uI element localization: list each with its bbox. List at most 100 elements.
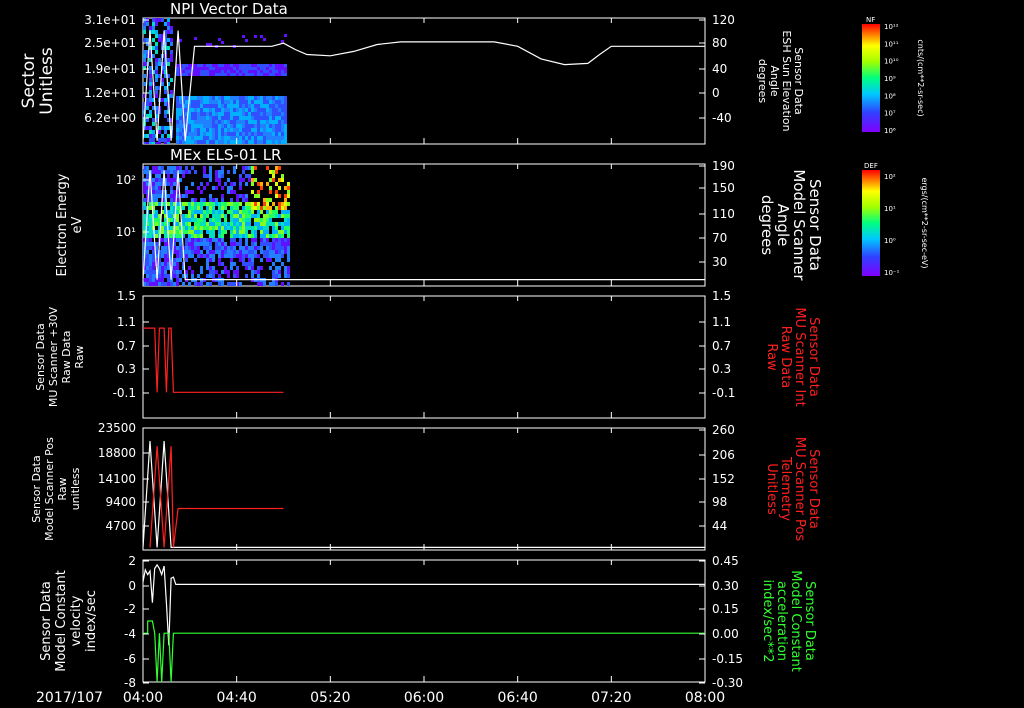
spectrogram-cell	[257, 112, 260, 116]
spectrogram-cell	[200, 190, 203, 194]
spectrogram-cell	[191, 210, 194, 214]
spectrogram-cell	[230, 214, 233, 218]
colorbar-tick-label: 10⁻¹	[884, 269, 900, 277]
spectrogram-cell	[281, 206, 284, 210]
spectrogram-cell	[272, 262, 275, 266]
xtick-label: 04:00	[123, 690, 163, 706]
spectrogram-cell	[284, 70, 287, 73]
panel-0-ylabel-right: Sensor Data ESH Sun Elevation Angle degr…	[756, 30, 805, 131]
spectrogram-cell	[266, 67, 269, 70]
spectrogram-cell	[266, 120, 269, 124]
spectrogram-cell	[254, 120, 257, 124]
spectrogram-cell	[278, 70, 281, 73]
spectrogram-cell	[287, 230, 290, 234]
spectrogram-cell	[221, 67, 224, 70]
spectrogram-cell	[146, 238, 149, 242]
spectrogram-cell	[176, 112, 179, 116]
spectrogram-cell	[260, 73, 263, 76]
spectrogram-cell	[275, 124, 278, 128]
spectrogram-cell	[278, 222, 281, 226]
spectrogram-cell	[152, 122, 155, 126]
spectrogram-cell	[203, 116, 206, 120]
spectrogram-cell	[278, 258, 281, 262]
spectrogram-cell	[239, 174, 242, 178]
spectrogram-cell	[176, 140, 179, 144]
spectrogram-cell	[194, 246, 197, 250]
svg-text:Raw: Raw	[56, 477, 69, 500]
spectrogram-cell	[254, 194, 257, 198]
spectrogram-cell	[251, 124, 254, 128]
spectrogram-cell	[257, 67, 260, 70]
spectrogram-cell	[170, 26, 173, 30]
spectrogram-cell	[182, 73, 185, 76]
spectrogram-cell	[284, 210, 287, 214]
spectrogram-cell	[254, 222, 257, 226]
spectrogram-cell	[209, 234, 212, 238]
ytick-right-label: 150	[712, 181, 735, 195]
spectrogram-cell	[284, 120, 287, 124]
spectrogram-cell	[284, 206, 287, 210]
spectrogram-cell	[221, 70, 224, 73]
spectrogram-cell	[155, 282, 158, 286]
panel-3-frame	[142, 427, 706, 551]
spectrogram-cell	[269, 282, 272, 286]
svg-text:Telemetry: Telemetry	[778, 456, 793, 521]
spectrogram-cell	[278, 96, 281, 100]
spectrogram-cell	[272, 124, 275, 128]
panel-4-ylabel-right: Sensor Data Model Constant acceleration …	[760, 570, 817, 672]
spectrogram-cell	[257, 210, 260, 214]
spectrogram-cell	[209, 132, 212, 136]
spectrogram-cell	[242, 140, 245, 144]
spectrogram-cell	[188, 254, 191, 258]
spectrogram-cell	[242, 124, 245, 128]
spectrogram-cell	[218, 238, 221, 242]
spectrogram-cell	[248, 226, 251, 230]
spectrogram-cell	[233, 222, 236, 226]
spectrogram-cell	[272, 226, 275, 230]
spectrogram-cell	[197, 238, 200, 242]
spectrogram-cell	[194, 120, 197, 124]
spectrogram-cell	[197, 186, 200, 190]
spectrogram-cell	[233, 226, 236, 230]
spectrogram-cell	[263, 112, 266, 116]
spectrogram-cell	[224, 226, 227, 230]
spectrogram-cell	[245, 39, 248, 42]
spectrogram-cell	[251, 234, 254, 238]
spectrogram-cell	[281, 112, 284, 116]
spectrogram-cell	[143, 50, 146, 54]
spectrogram-cell	[170, 198, 173, 202]
spectrogram-cell	[188, 266, 191, 270]
spectrogram-cell	[233, 140, 236, 144]
spectrogram-cell	[242, 73, 245, 76]
spectrogram-cell	[275, 132, 278, 136]
spectrogram-cell	[209, 73, 212, 76]
ytick-right-label: 80	[712, 36, 727, 50]
spectrogram-cell	[188, 206, 191, 210]
spectrogram-cell	[233, 202, 236, 206]
spectrogram-cell	[170, 238, 173, 242]
spectrogram-cell	[251, 270, 254, 274]
spectrogram-cell	[227, 202, 230, 206]
spectrogram-cell	[182, 202, 185, 206]
spectrogram-cell	[239, 210, 242, 214]
spectrogram-cell	[161, 270, 164, 274]
spectrogram-cell	[161, 134, 164, 138]
spectrogram-cell	[260, 64, 263, 67]
spectrogram-cell	[239, 73, 242, 76]
spectrogram-cell	[233, 128, 236, 132]
spectrogram-cell	[266, 258, 269, 262]
spectrogram-cell	[209, 198, 212, 202]
spectrogram-cell	[239, 186, 242, 190]
spectrogram-cell	[179, 112, 182, 116]
spectrogram-cell	[212, 222, 215, 226]
spectrogram-cell	[221, 226, 224, 230]
spectrogram-cell	[284, 104, 287, 108]
spectrogram-cell	[200, 132, 203, 136]
spectrogram-cell	[230, 120, 233, 124]
spectrogram-cell	[287, 274, 290, 278]
spectrogram-cell	[170, 178, 173, 182]
spectrogram-cell	[221, 222, 224, 226]
spectrogram-cell	[212, 250, 215, 254]
spectrogram-cell	[176, 250, 179, 254]
spectrogram-cell	[176, 124, 179, 128]
